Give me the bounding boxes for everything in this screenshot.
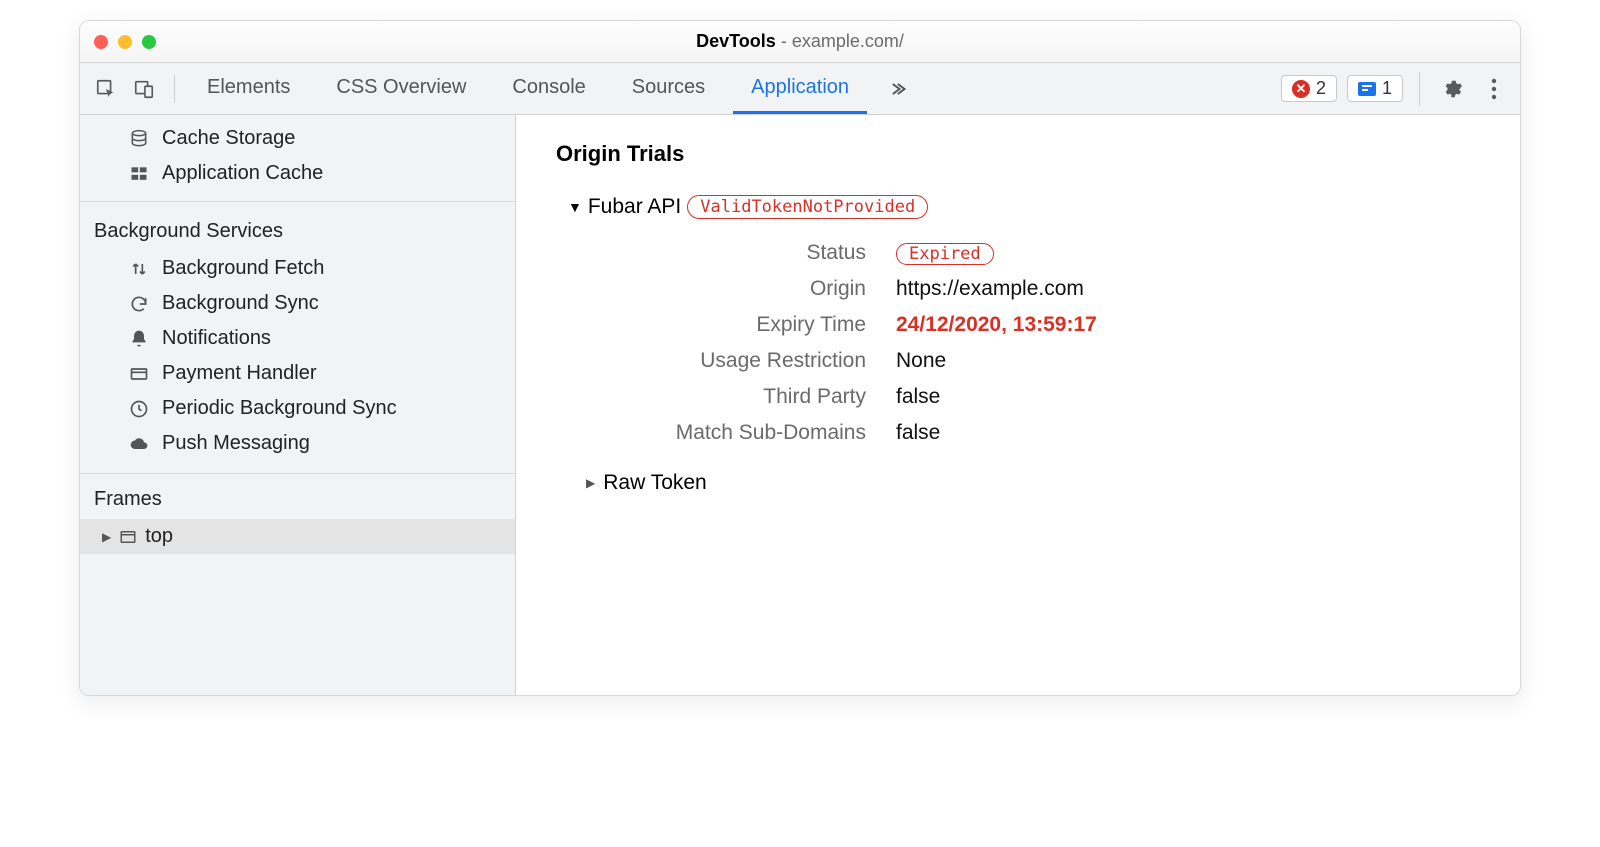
panel-heading: Origin Trials: [556, 141, 1480, 167]
field-third-party: Third Party false: [596, 385, 1480, 409]
usage-value: None: [896, 349, 946, 373]
sidebar-heading-background: Background Services: [80, 201, 515, 251]
disclosure-triangle-icon: ▶: [586, 476, 595, 490]
field-usage: Usage Restriction None: [596, 349, 1480, 373]
toolbar-right: ✕ 2 1: [1281, 72, 1510, 106]
third-label: Third Party: [596, 385, 866, 409]
sidebar-item-cache-storage[interactable]: Cache Storage: [80, 121, 515, 156]
window-title: DevTools - example.com/: [80, 31, 1520, 52]
disclosure-triangle-icon: ▼: [568, 199, 582, 215]
messages-badge[interactable]: 1: [1347, 75, 1403, 102]
device-toggle-icon[interactable]: [128, 73, 160, 105]
sidebar-heading-frames: Frames: [80, 474, 515, 519]
sidebar-label: Cache Storage: [162, 127, 295, 150]
subdom-value: false: [896, 421, 940, 445]
messages-count: 1: [1382, 78, 1392, 99]
application-sidebar: Cache Storage Application Cache Backgrou…: [80, 115, 516, 695]
sidebar-item-payment-handler[interactable]: Payment Handler: [80, 356, 515, 391]
title-sep: -: [776, 31, 792, 51]
sidebar-label: Background Sync: [162, 292, 319, 315]
body: Cache Storage Application Cache Backgrou…: [80, 115, 1520, 695]
sidebar-item-periodic-sync[interactable]: Periodic Background Sync: [80, 391, 515, 426]
status-value-pill: Expired: [896, 243, 994, 265]
tab-elements[interactable]: Elements: [189, 63, 308, 114]
raw-token-row[interactable]: ▶ Raw Token: [586, 471, 1480, 495]
minimize-window-button[interactable]: [118, 35, 132, 49]
trial-name: Fubar API: [588, 195, 681, 219]
bell-icon: [128, 329, 150, 349]
inspect-icon[interactable]: [90, 73, 122, 105]
devtools-window: DevTools - example.com/ Elements CSS Ove…: [79, 20, 1521, 696]
message-icon: [1358, 82, 1376, 96]
frame-label: top: [145, 525, 173, 548]
errors-badge[interactable]: ✕ 2: [1281, 75, 1337, 102]
title-url: example.com/: [792, 31, 904, 51]
field-origin: Origin https://example.com: [596, 277, 1480, 301]
tab-console[interactable]: Console: [494, 63, 603, 114]
sidebar-item-background-sync[interactable]: Background Sync: [80, 286, 515, 321]
grid-icon: [128, 164, 150, 184]
maximize-window-button[interactable]: [142, 35, 156, 49]
sidebar-item-notifications[interactable]: Notifications: [80, 321, 515, 356]
errors-count: 2: [1316, 78, 1326, 99]
frame-top-row[interactable]: ▶ top: [80, 519, 515, 554]
tab-application[interactable]: Application: [733, 63, 867, 114]
sidebar-item-background-fetch[interactable]: Background Fetch: [80, 251, 515, 286]
cloud-icon: [128, 434, 150, 454]
trial-status-pill: ValidTokenNotProvided: [687, 195, 928, 219]
status-label: Status: [596, 241, 866, 265]
frame-window-icon: [119, 528, 137, 546]
devtools-tabs: Elements CSS Overview Console Sources Ap…: [189, 63, 1275, 114]
sidebar-label: Periodic Background Sync: [162, 397, 397, 420]
tab-css-overview[interactable]: CSS Overview: [318, 63, 484, 114]
field-subdomains: Match Sub-Domains false: [596, 421, 1480, 445]
expiry-label: Expiry Time: [596, 313, 866, 337]
main-panel: Origin Trials ▼ Fubar API ValidTokenNotP…: [516, 115, 1520, 695]
expiry-value: 24/12/2020, 13:59:17: [896, 313, 1097, 337]
kebab-menu-icon[interactable]: [1478, 73, 1510, 105]
tabsbar: Elements CSS Overview Console Sources Ap…: [80, 63, 1520, 115]
more-tabs-button[interactable]: [877, 63, 917, 114]
sidebar-label: Notifications: [162, 327, 271, 350]
title-app: DevTools: [696, 31, 776, 51]
updown-arrows-icon: [128, 259, 150, 279]
separator: [174, 75, 175, 103]
clock-icon: [128, 399, 150, 419]
sidebar-item-push-messaging[interactable]: Push Messaging: [80, 426, 515, 461]
field-status: Status Expired: [596, 241, 1480, 265]
sidebar-label: Push Messaging: [162, 432, 310, 455]
error-icon: ✕: [1292, 80, 1310, 98]
database-icon: [128, 129, 150, 149]
origin-label: Origin: [596, 277, 866, 301]
raw-token-label: Raw Token: [603, 471, 707, 495]
traffic-lights: [94, 35, 156, 49]
tab-sources[interactable]: Sources: [614, 63, 723, 114]
sync-icon: [128, 294, 150, 314]
field-expiry: Expiry Time 24/12/2020, 13:59:17: [596, 313, 1480, 337]
separator: [1419, 72, 1420, 106]
subdom-label: Match Sub-Domains: [596, 421, 866, 445]
disclosure-triangle-icon: ▶: [102, 530, 111, 544]
origin-value: https://example.com: [896, 277, 1084, 301]
settings-gear-icon[interactable]: [1436, 73, 1468, 105]
titlebar: DevTools - example.com/: [80, 21, 1520, 63]
sidebar-label: Payment Handler: [162, 362, 317, 385]
sidebar-label: Application Cache: [162, 162, 323, 185]
card-icon: [128, 364, 150, 384]
usage-label: Usage Restriction: [596, 349, 866, 373]
third-value: false: [896, 385, 940, 409]
trial-row[interactable]: ▼ Fubar API ValidTokenNotProvided: [568, 195, 1480, 219]
sidebar-item-application-cache[interactable]: Application Cache: [80, 156, 515, 191]
sidebar-label: Background Fetch: [162, 257, 324, 280]
close-window-button[interactable]: [94, 35, 108, 49]
